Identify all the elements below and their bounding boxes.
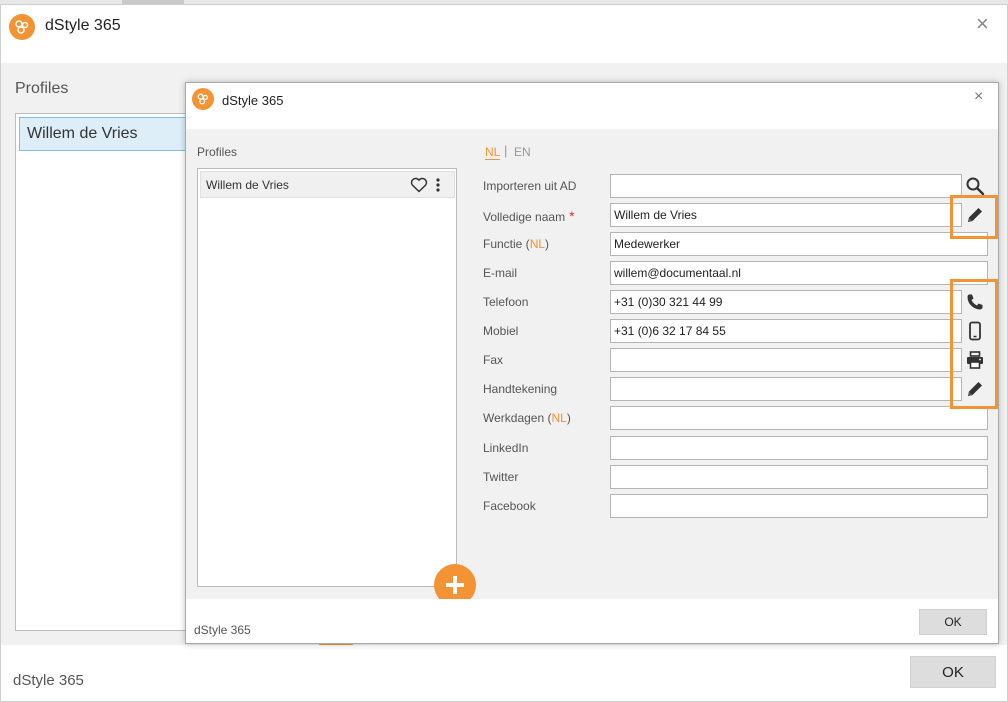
function-label-text: Functie ( xyxy=(483,237,530,251)
front-ok-button[interactable]: OK xyxy=(919,609,987,635)
linkedin-label: LinkedIn xyxy=(483,441,529,455)
email-input[interactable] xyxy=(610,261,988,285)
back-profile-item[interactable]: Willem de Vries xyxy=(19,117,191,151)
full-name-input[interactable] xyxy=(610,203,962,227)
tab-language-nl[interactable]: NL xyxy=(485,145,501,160)
plus-icon xyxy=(446,576,464,594)
app-logo-icon xyxy=(9,14,35,40)
function-input[interactable] xyxy=(610,232,988,256)
function-label: Functie (NL) xyxy=(483,237,549,251)
import-ad-input[interactable] xyxy=(610,174,962,198)
front-titlebar: dStyle 365 × xyxy=(186,83,998,129)
back-footer-text: dStyle 365 xyxy=(13,672,84,689)
back-bottom-bar xyxy=(1,645,1007,701)
language-separator: | xyxy=(504,143,508,158)
front-bottom-bar xyxy=(186,599,998,643)
facebook-input[interactable] xyxy=(610,494,988,518)
profiles-label: Profiles xyxy=(197,145,238,159)
highlight-box-contact-icons xyxy=(950,279,998,409)
back-ok-button[interactable]: OK xyxy=(910,656,996,688)
workdays-label-text: Werkdagen ( xyxy=(483,411,552,425)
workdays-label-end: ) xyxy=(566,411,571,425)
signature-label: Handtekening xyxy=(483,382,558,396)
front-dialog-window: dStyle 365 × Profiles Willem de Vries NL… xyxy=(185,82,999,644)
profile-name: Willem de Vries xyxy=(206,178,289,192)
workdays-label: Werkdagen (NL) xyxy=(483,411,571,425)
search-icon[interactable] xyxy=(964,175,986,197)
email-label: E-mail xyxy=(483,266,518,280)
twitter-label: Twitter xyxy=(483,470,519,484)
tab-language-en[interactable]: EN xyxy=(514,145,531,159)
kebab-menu-icon[interactable] xyxy=(435,176,441,194)
function-lang-tag: NL xyxy=(529,237,546,251)
phone-label: Telefoon xyxy=(483,295,529,309)
app-logo-icon xyxy=(192,88,214,110)
back-window-title: dStyle 365 xyxy=(45,17,121,34)
front-window-title: dStyle 365 xyxy=(222,93,284,108)
back-profile-list: Willem de Vries xyxy=(15,113,191,631)
signature-input[interactable] xyxy=(610,377,962,401)
import-ad-label: Importeren uit AD xyxy=(483,179,577,193)
fax-input[interactable] xyxy=(610,348,962,372)
back-titlebar: dStyle 365 × xyxy=(1,5,1007,63)
function-label-end: ) xyxy=(545,237,550,251)
heart-icon[interactable] xyxy=(410,177,428,193)
back-profiles-label: Profiles xyxy=(15,80,69,97)
front-footer-text: dStyle 365 xyxy=(194,623,251,637)
facebook-label: Facebook xyxy=(483,499,536,513)
highlight-box-edit-name xyxy=(950,195,998,239)
workdays-lang-tag: NL xyxy=(551,411,567,425)
back-close-icon[interactable]: × xyxy=(976,13,989,35)
front-close-icon[interactable]: × xyxy=(974,89,983,105)
twitter-input[interactable] xyxy=(610,465,988,489)
phone-input[interactable] xyxy=(610,290,962,314)
workdays-input[interactable] xyxy=(610,406,988,430)
mobile-input[interactable] xyxy=(610,319,962,343)
profile-list: Willem de Vries xyxy=(197,168,457,587)
profile-list-item[interactable]: Willem de Vries xyxy=(200,171,455,198)
required-marker: * xyxy=(569,208,575,224)
mobile-label: Mobiel xyxy=(483,324,519,338)
linkedin-input[interactable] xyxy=(610,436,988,460)
full-name-label: Volledige naam * xyxy=(483,208,575,224)
full-name-label-text: Volledige naam xyxy=(483,210,566,224)
fax-label: Fax xyxy=(483,353,504,367)
